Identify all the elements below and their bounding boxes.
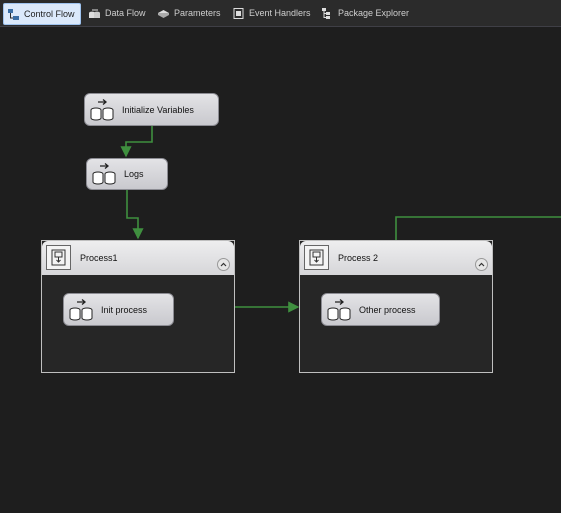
- collapse-button[interactable]: [475, 258, 488, 271]
- chevron-up-icon: [478, 262, 485, 267]
- container-header[interactable]: Process1: [42, 241, 234, 275]
- tab-label: Package Explorer: [338, 8, 410, 18]
- collapse-button[interactable]: [217, 258, 230, 271]
- tab-package-explorer[interactable]: Package Explorer: [321, 3, 409, 23]
- sequence-container-process1[interactable]: Process1 Init process: [41, 240, 235, 373]
- execute-sql-task-icon: [89, 98, 115, 121]
- tab-label: Parameters: [174, 8, 221, 18]
- tab-data-flow[interactable]: Data Flow: [88, 3, 146, 23]
- task-other-process[interactable]: Other process: [321, 293, 440, 326]
- chevron-up-icon: [220, 262, 227, 267]
- tab-label: Event Handlers: [249, 8, 311, 18]
- execute-sql-task-icon: [326, 298, 352, 321]
- connector-process2-offscreen: [395, 216, 561, 240]
- container-header[interactable]: Process 2: [300, 241, 492, 275]
- task-init-process[interactable]: Init process: [63, 293, 174, 326]
- connector-init-to-logs: [120, 126, 153, 158]
- execute-sql-task-icon: [91, 163, 117, 185]
- tab-label: Control Flow: [24, 9, 75, 19]
- task-initialize-variables[interactable]: Initialize Variables: [84, 93, 219, 126]
- connector-logs-to-process1: [126, 190, 144, 240]
- execute-sql-task-icon: [68, 298, 94, 321]
- control-flow-icon: [7, 8, 20, 21]
- task-label: Initialize Variables: [122, 104, 194, 115]
- sequence-container-process2[interactable]: Process 2 Other process: [299, 240, 493, 373]
- tab-control-flow[interactable]: Control Flow: [3, 3, 81, 25]
- task-logs[interactable]: Logs: [86, 158, 168, 190]
- sequence-container-icon: [304, 245, 329, 270]
- tab-event-handlers[interactable]: Event Handlers: [232, 3, 311, 23]
- task-label: Other process: [359, 304, 416, 315]
- task-label: Init process: [101, 304, 148, 315]
- tab-label: Data Flow: [105, 8, 146, 18]
- container-title: Process 2: [338, 253, 379, 263]
- event-handlers-icon: [232, 7, 245, 20]
- control-flow-canvas[interactable]: Initialize Variables Logs Process1 Init …: [0, 28, 561, 513]
- task-label: Logs: [124, 169, 144, 179]
- tab-parameters[interactable]: Parameters: [157, 3, 221, 23]
- parameters-icon: [157, 7, 170, 20]
- package-explorer-icon: [321, 7, 334, 20]
- data-flow-icon: [88, 7, 101, 20]
- sequence-container-icon: [46, 245, 71, 270]
- designer-tab-bar: Control Flow Data Flow Parameters Event …: [0, 0, 561, 27]
- container-title: Process1: [80, 253, 118, 263]
